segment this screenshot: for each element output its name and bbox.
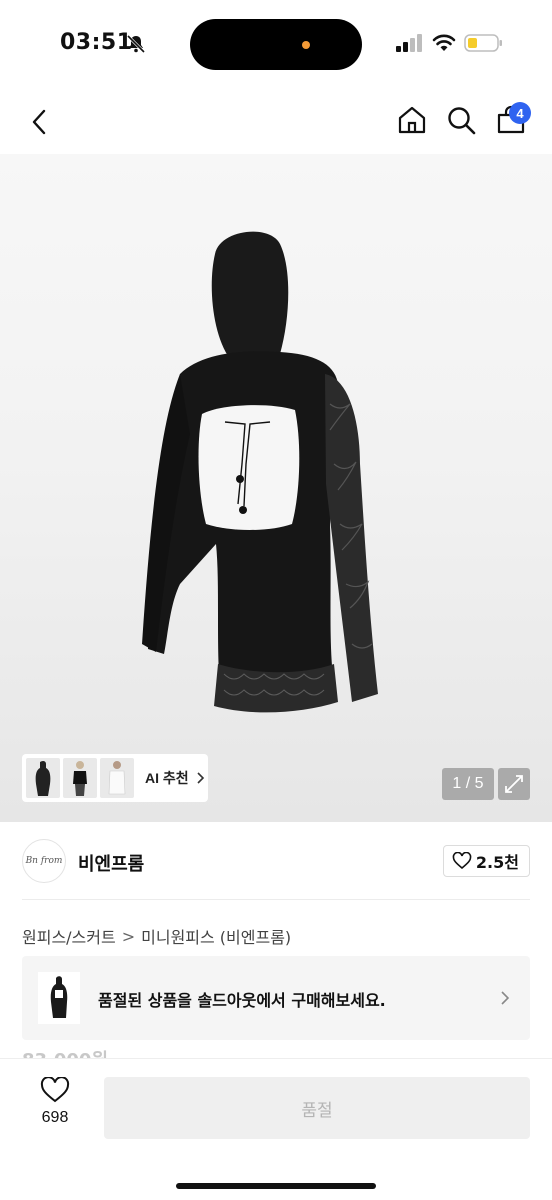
image-page-indicator: 1 / 5	[442, 768, 494, 800]
breadcrumb-item-subcategory[interactable]: 미니원피스 (비엔프롬)	[141, 924, 291, 948]
home-indicator	[176, 1183, 376, 1189]
status-bar: 03:51	[0, 0, 552, 90]
chevron-right-icon	[501, 991, 510, 1005]
recommend-thumbnail	[100, 758, 134, 798]
product-image-gallery[interactable]: AI 추천 1 / 5	[0, 154, 552, 822]
heart-icon	[452, 852, 472, 870]
wishlist-button[interactable]: 698	[22, 1077, 88, 1141]
back-button[interactable]	[22, 104, 58, 140]
battery-icon	[464, 34, 502, 52]
dynamic-island	[190, 19, 362, 70]
chevron-right-icon	[197, 772, 204, 784]
home-icon	[398, 106, 426, 134]
expand-icon	[505, 775, 523, 793]
brand-like-button[interactable]: 2.5천	[442, 845, 530, 877]
ai-recommend-label: AI 추천	[145, 770, 189, 786]
app-header	[0, 90, 552, 154]
brand-name[interactable]: 비엔프롬	[78, 850, 144, 876]
home-button[interactable]	[394, 102, 430, 138]
breadcrumb: 원피스/스커트 > 미니원피스 (비엔프롬)	[22, 924, 291, 948]
chevron-left-icon	[32, 109, 46, 135]
search-icon	[448, 107, 476, 135]
bottom-action-bar: 698 품절	[0, 1058, 552, 1200]
breadcrumb-separator: >	[121, 926, 136, 946]
status-time: 03:51	[60, 30, 133, 55]
soldout-banner-text: 품절된 상품을 솔드아웃에서 구매해보세요.	[98, 991, 386, 1010]
product-image	[142, 231, 378, 713]
bell-slash-icon	[126, 34, 146, 54]
wishlist-count: 698	[41, 1109, 69, 1126]
brand-logo[interactable]: Bn from	[22, 839, 66, 883]
recommend-thumbnail	[63, 758, 97, 798]
recommend-thumbnail	[26, 758, 60, 798]
breadcrumb-item-category[interactable]: 원피스/스커트	[22, 924, 116, 948]
soldout-banner[interactable]: 품절된 상품을 솔드아웃에서 구매해보세요.	[22, 956, 530, 1040]
brand-row[interactable]: Bn from 비엔프롬 2.5천	[22, 822, 530, 900]
heart-icon	[40, 1077, 70, 1103]
soldout-button[interactable]: 품절	[104, 1077, 530, 1139]
expand-image-button[interactable]	[498, 768, 530, 800]
ai-recommend-button[interactable]: AI 추천	[22, 754, 208, 802]
cart-count-badge: 4	[509, 102, 531, 124]
banner-product-thumbnail	[38, 972, 80, 1024]
signal-icon	[396, 34, 422, 52]
brand-like-count: 2.5천	[475, 853, 519, 872]
wifi-icon	[432, 34, 456, 51]
recording-indicator	[302, 41, 310, 49]
search-button[interactable]	[443, 102, 479, 138]
